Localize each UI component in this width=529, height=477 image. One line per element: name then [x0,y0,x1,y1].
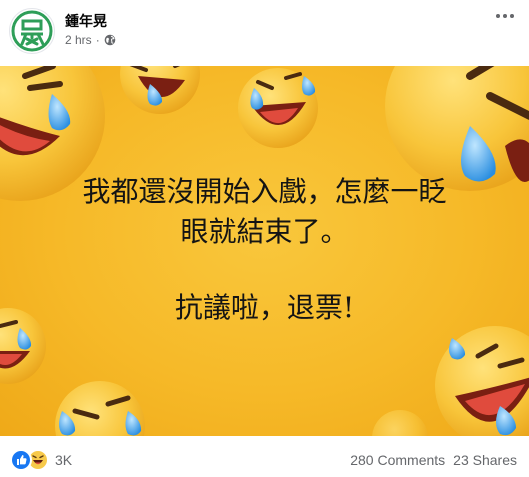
emoji-top-middle [238,68,318,148]
separator-dot: · [95,33,100,47]
author-name[interactable]: 鍾年晃 [65,11,107,31]
timestamp[interactable]: 2 hrs [65,33,92,47]
emoji-bottom-right [435,326,529,436]
comments-count-link[interactable]: 280 Comments [350,452,445,468]
caption-line-1: 我都還沒開始入戲，怎麼一眨 [82,175,447,208]
more-horizontal-icon [496,14,514,18]
emoji-top-middle-left [120,66,200,114]
avatar[interactable] [9,8,55,54]
engagement-counts: 280 Comments 23 Shares [350,452,517,468]
reaction-count: 3K [55,452,73,468]
globe-icon[interactable] [104,34,116,46]
reactions-summary[interactable]: 3K [10,449,72,471]
nianhuang-logo [11,10,53,52]
post-footer: 3K 280 Comments 23 Shares [0,436,529,477]
caption-line-3: 抗議啦，退票! [174,291,355,324]
facebook-post: 鍾年晃 2 hrs · 我都還沒開始入戲，怎麼一眨 眼就結束了。 抗議啦，退票!… [0,0,529,477]
emoji-bottom-left-large [55,381,145,436]
post-meta: 2 hrs · [65,33,116,47]
more-options-button[interactable] [493,6,517,26]
post-image[interactable]: 我都還沒開始入戲，怎麼一眨 眼就結束了。 抗議啦，退票! [0,66,529,436]
emoji-bottom-middle [372,410,428,436]
caption-line-2: 眼就結束了。 [180,215,349,248]
shares-count-link[interactable]: 23 Shares [453,452,517,468]
like-icon [10,449,32,471]
post-header: 鍾年晃 2 hrs · [0,0,529,64]
image-caption: 我都還沒開始入戲，怎麼一眨 眼就結束了。 抗議啦，退票! [0,172,529,328]
